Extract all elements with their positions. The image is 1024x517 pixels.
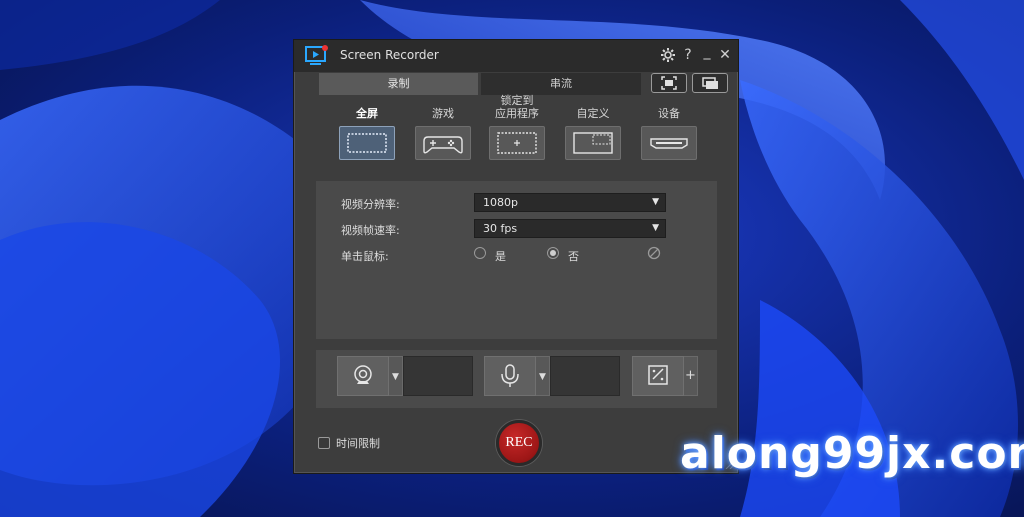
input-devices-bar: ▼ ▼ + — [316, 350, 717, 408]
fullscreen-icon — [347, 133, 387, 153]
custom-mode-button[interactable] — [565, 126, 621, 160]
framerate-value: 30 fps — [483, 222, 518, 235]
webcam-dropdown[interactable]: ▼ — [389, 356, 403, 396]
effects-device: + — [632, 356, 698, 396]
settings-panel: 视频分辨率: 1080p ▼ 视频帧速率: 30 fps ▼ 单击鼠标: 是 否 — [316, 181, 717, 339]
mode-label: 设备 — [658, 107, 680, 120]
time-limit-checkbox[interactable] — [318, 437, 330, 449]
tab-bar: 录制 串流 — [319, 73, 729, 95]
webcam-button[interactable] — [337, 356, 389, 396]
disabled-icon — [647, 246, 661, 260]
dropdown-arrow-icon: ▼ — [652, 223, 659, 233]
record-button[interactable]: REC — [496, 420, 542, 466]
fullscreen-mode-button[interactable] — [339, 126, 395, 160]
microphone-icon — [501, 364, 519, 387]
time-limit-option: 时间限制 — [318, 435, 380, 451]
microphone-level — [550, 356, 620, 396]
mode-label: 自定义 — [576, 107, 610, 120]
mouse-click-yes-radio[interactable] — [474, 247, 486, 259]
mouse-click-label: 单击鼠标: — [341, 250, 389, 263]
close-icon[interactable]: ✕ — [716, 46, 734, 64]
help-icon[interactable]: ? — [679, 46, 697, 64]
screen-recorder-window: Screen Recorder ? _ ✕ 录制 串流 全屏 游戏 锁定到 应用… — [293, 39, 739, 474]
gear-icon[interactable] — [659, 46, 677, 64]
webcam-icon — [354, 365, 372, 384]
windows-icon — [702, 77, 718, 89]
webcam-device: ▼ — [337, 356, 473, 396]
webcam-preview — [403, 356, 473, 396]
time-limit-label: 时间限制 — [336, 437, 380, 450]
framerate-label: 视频帧速率: — [341, 224, 400, 237]
device-icon — [650, 138, 688, 149]
mode-label: 全屏 — [356, 107, 378, 120]
mode-game[interactable]: 游戏 — [412, 96, 474, 160]
tab-record[interactable]: 录制 — [319, 73, 478, 95]
resolution-value: 1080p — [483, 196, 518, 209]
device-mode-button[interactable] — [641, 126, 697, 160]
capture-modes: 全屏 游戏 锁定到 应用程序 自定义 设备 — [294, 94, 738, 176]
effects-icon — [648, 365, 668, 385]
mouse-click-yes-label: 是 — [495, 250, 506, 263]
add-effect-button[interactable]: + — [684, 356, 698, 396]
lock-to-app-icon — [497, 132, 537, 154]
mode-lock-to-app[interactable]: 锁定到 应用程序 — [486, 94, 548, 160]
lock-to-app-mode-button[interactable] — [489, 126, 545, 160]
resolution-select[interactable]: 1080p ▼ — [474, 193, 666, 212]
mini-mode-button[interactable] — [692, 73, 728, 93]
mouse-click-no-radio[interactable] — [547, 247, 559, 259]
watermark-text: along99jx.com — [680, 428, 1024, 479]
dropdown-arrow-icon: ▼ — [652, 197, 659, 207]
microphone-device: ▼ — [484, 356, 620, 396]
effects-button[interactable] — [632, 356, 684, 396]
mode-label-line2: 应用程序 — [495, 107, 539, 120]
microphone-dropdown[interactable]: ▼ — [536, 356, 550, 396]
framerate-select[interactable]: 30 fps ▼ — [474, 219, 666, 238]
mode-custom[interactable]: 自定义 — [562, 96, 624, 160]
microphone-button[interactable] — [484, 356, 536, 396]
mode-device[interactable]: 设备 — [638, 96, 700, 160]
window-title: Screen Recorder — [340, 48, 439, 62]
mode-label-line1: 锁定到 — [500, 94, 534, 107]
mode-fullscreen[interactable]: 全屏 — [336, 96, 398, 160]
app-logo-icon — [305, 45, 328, 65]
game-mode-button[interactable] — [415, 126, 471, 160]
fullscreen-toggle-button[interactable] — [651, 73, 687, 93]
mode-label: 游戏 — [432, 107, 454, 120]
tab-stream[interactable]: 串流 — [481, 73, 641, 95]
gamepad-icon — [423, 136, 463, 154]
mouse-click-no-label: 否 — [568, 250, 579, 263]
title-bar: Screen Recorder ? _ ✕ — [294, 40, 738, 72]
resolution-label: 视频分辨率: — [341, 198, 400, 211]
minimize-icon[interactable]: _ — [698, 45, 716, 64]
custom-area-icon — [573, 132, 613, 154]
fullscreen-corners-icon — [661, 76, 677, 90]
